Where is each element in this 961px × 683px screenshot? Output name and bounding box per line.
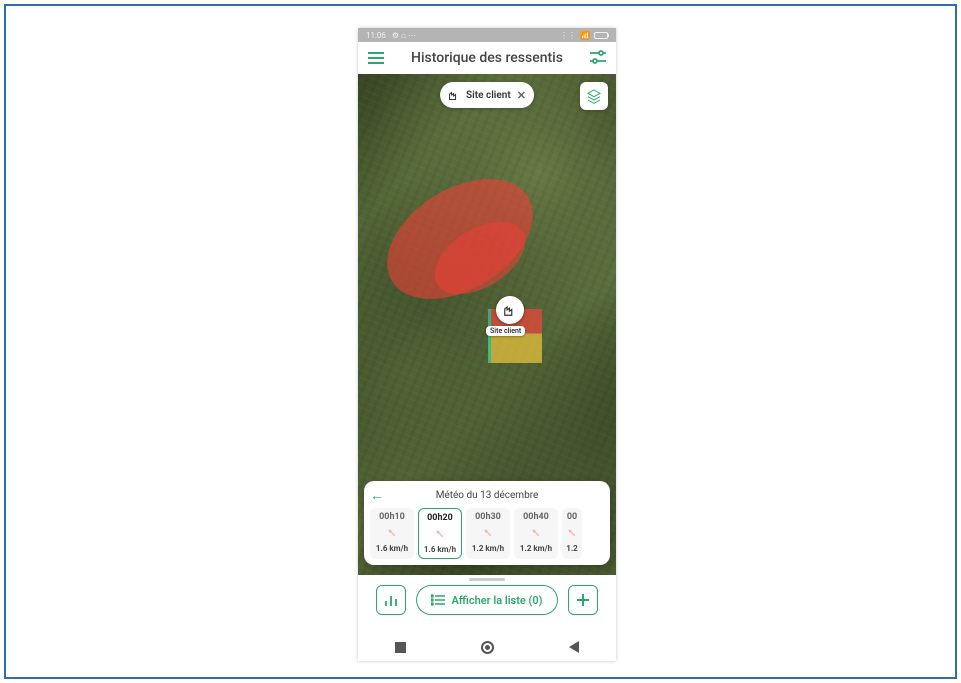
time-label: 00h40	[523, 512, 549, 522]
filter-icon[interactable]	[590, 49, 606, 68]
wind-speed-label: 1.2 km/h	[472, 544, 504, 553]
battery-icon	[594, 32, 608, 39]
map-view[interactable]: Site client Site client ✕ ← Météo du 13 …	[358, 74, 616, 575]
nav-back-icon[interactable]	[569, 641, 579, 653]
time-label: 00h10	[379, 512, 405, 522]
stats-button[interactable]	[376, 585, 406, 615]
nav-home-icon[interactable]	[481, 641, 494, 654]
layers-button[interactable]	[580, 82, 608, 110]
time-label: 00h30	[475, 512, 501, 522]
wind-speed-label: 1.6 km/h	[424, 545, 456, 554]
status-right: ⋮⋮ 📶	[560, 31, 608, 40]
wind-arrow-icon	[385, 526, 399, 540]
weather-time-card[interactable]: 00h40 1.2 km/h	[514, 508, 558, 559]
android-nav-bar	[358, 633, 616, 661]
document-frame: 11:06 ⚙ ⌂ ⋯ ⋮⋮ 📶 Historique des ressenti…	[4, 4, 957, 679]
nav-recent-icon[interactable]	[395, 642, 406, 653]
menu-icon[interactable]	[368, 49, 384, 68]
weather-panel: ← Météo du 13 décembre 00h10 1.6 km/h00h…	[364, 481, 610, 565]
wifi-icon: ⋮⋮	[560, 31, 576, 40]
show-list-button[interactable]: Afficher la liste (0)	[416, 585, 557, 615]
bottom-action-bar: Afficher la liste (0)	[358, 575, 616, 633]
add-button[interactable]	[568, 585, 598, 615]
chip-label: Site client	[466, 90, 511, 101]
time-label: 00	[567, 512, 577, 522]
weather-header: ← Météo du 13 décembre	[370, 487, 604, 504]
drag-handle[interactable]	[469, 578, 505, 581]
list-icon	[431, 594, 445, 606]
show-list-label: Afficher la liste (0)	[451, 594, 542, 607]
status-bar: 11:06 ⚙ ⌂ ⋯ ⋮⋮ 📶	[358, 28, 616, 42]
wind-speed-label: 1.2 km/h	[520, 544, 552, 553]
page-title: Historique des ressentis	[394, 50, 580, 66]
weather-time-card[interactable]: 00h20 1.6 km/h	[418, 508, 462, 559]
wind-arrow-icon	[565, 526, 579, 540]
wind-arrow-icon	[433, 527, 447, 541]
factory-icon	[448, 89, 460, 101]
signal-icon: 📶	[580, 31, 590, 40]
wind-speed-label: 1.6 km/h	[376, 544, 408, 553]
site-marker-pin[interactable]	[496, 296, 524, 324]
weather-time-card[interactable]: 00h30 1.2 km/h	[466, 508, 510, 559]
wind-speed-label: 1.2	[566, 544, 578, 553]
weather-title: Météo du 13 décembre	[388, 490, 586, 501]
bar-chart-icon	[384, 593, 398, 607]
status-time: 11:06 ⚙ ⌂ ⋯	[366, 31, 416, 40]
close-icon[interactable]: ✕	[517, 89, 526, 102]
plus-icon	[576, 593, 590, 607]
weather-back-button[interactable]: ←	[370, 487, 388, 504]
weather-times-row[interactable]: 00h10 1.6 km/h00h20 1.6 km/h00h30 1.2 km…	[370, 508, 604, 559]
time-label: 00h20	[427, 513, 453, 523]
app-bar: Historique des ressentis	[358, 42, 616, 74]
wind-arrow-icon	[481, 526, 495, 540]
weather-time-card[interactable]: 00h10 1.6 km/h	[370, 508, 414, 559]
phone-frame: 11:06 ⚙ ⌂ ⋯ ⋮⋮ 📶 Historique des ressenti…	[358, 28, 616, 661]
site-filter-chip[interactable]: Site client ✕	[440, 82, 534, 108]
weather-time-card-partial[interactable]: 00 1.2	[562, 508, 582, 559]
wind-arrow-icon	[529, 526, 543, 540]
site-marker-label: Site client	[486, 326, 525, 336]
layers-icon	[586, 88, 602, 104]
